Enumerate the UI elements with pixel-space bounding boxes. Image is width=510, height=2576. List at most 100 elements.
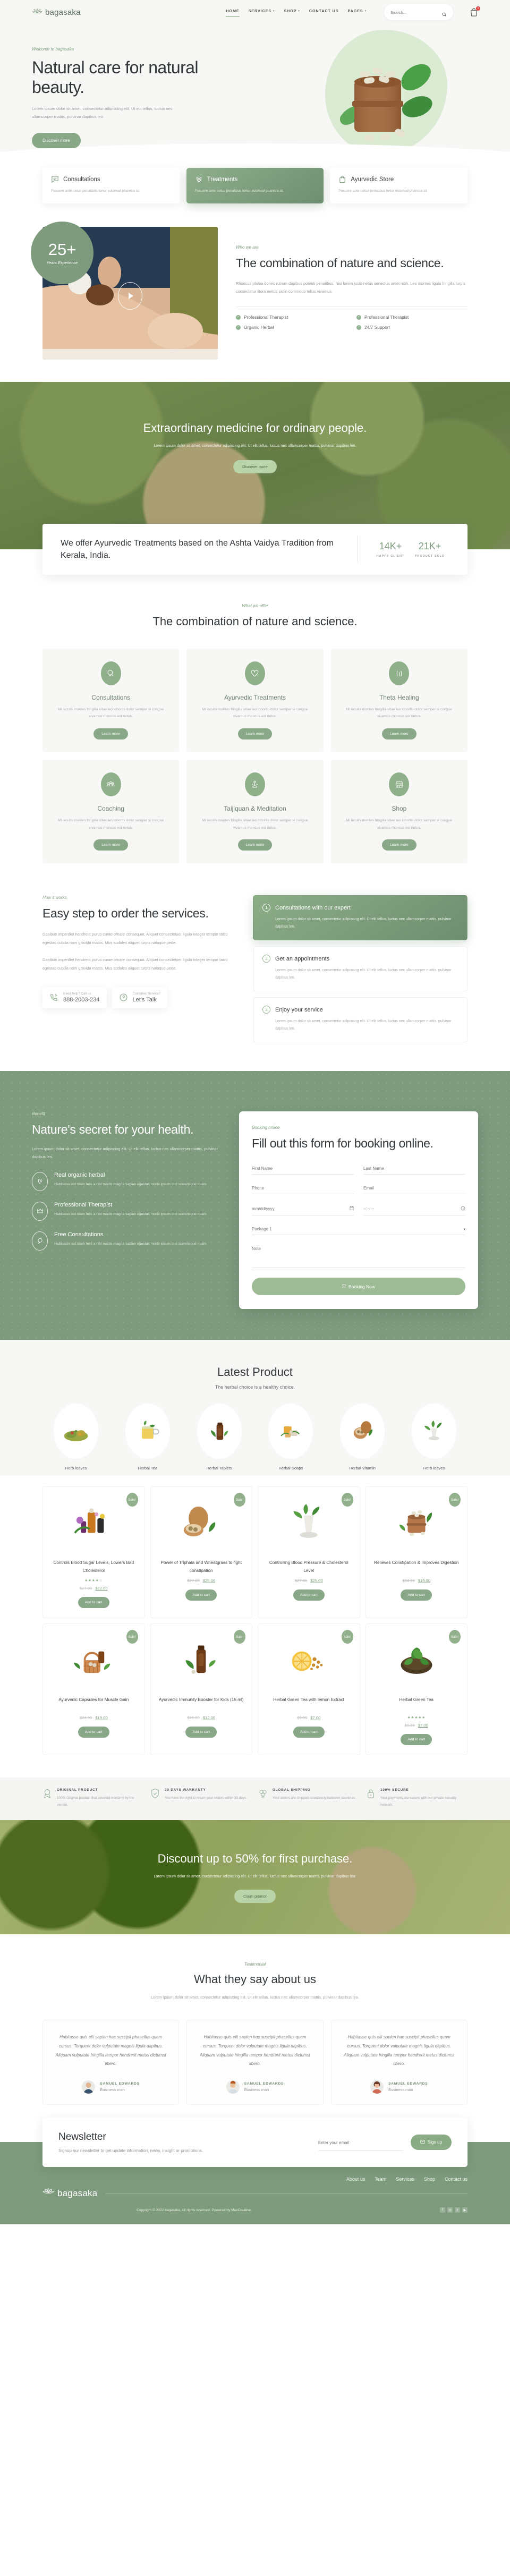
- field-first-name[interactable]: [252, 1162, 354, 1175]
- product-card[interactable]: Sale! Controlling Blood Pressure & Chole…: [258, 1486, 360, 1619]
- product-card[interactable]: Sale! Herbal Green Tea ★★★★★ $9.00 $7.00: [365, 1623, 468, 1756]
- testimonial-role: Business man: [100, 2087, 125, 2093]
- product-name: Herbal Green Tea: [399, 1697, 434, 1703]
- feature-card-ayurvedic-store[interactable]: Ayurvedic Store Posuere ante netus penat…: [330, 168, 468, 204]
- phone-input[interactable]: [252, 1186, 354, 1191]
- service-card-coaching[interactable]: Coaching Mi iaculis montes fringilla vit…: [42, 759, 180, 864]
- step-card-2[interactable]: 2 Get an appointments Lorem ipsum dolor …: [253, 946, 468, 992]
- step-card-3[interactable]: 3 Enjoy your service Lorem ipsum dolor s…: [253, 997, 468, 1043]
- package-select[interactable]: [252, 1227, 461, 1232]
- product-card[interactable]: Sale! Power of Triphala and Wheatgrass t…: [150, 1486, 252, 1619]
- add-to-cart-button[interactable]: Add to cart: [401, 1734, 432, 1746]
- field-date[interactable]: [252, 1202, 354, 1216]
- field-phone[interactable]: [252, 1182, 354, 1195]
- category-herbal-tea[interactable]: Herbal Tea: [116, 1404, 179, 1470]
- footer-link-team[interactable]: Team: [375, 2177, 386, 2182]
- service-learn-more-button[interactable]: Learn more: [237, 728, 273, 739]
- service-learn-more-button[interactable]: Learn more: [237, 839, 273, 851]
- booking-now-label: Booking Now: [348, 1283, 376, 1289]
- service-learn-more-button[interactable]: Learn more: [381, 839, 416, 851]
- note-textarea[interactable]: [252, 1246, 465, 1265]
- category-herb-leaves-2[interactable]: Herb leaves: [403, 1404, 465, 1470]
- date-input[interactable]: [252, 1206, 346, 1211]
- newsletter-email-input[interactable]: [318, 2140, 403, 2146]
- banner-discover-more-button[interactable]: Discover more: [233, 460, 277, 474]
- hero-discover-more-button[interactable]: Discover more: [32, 132, 81, 148]
- product-card[interactable]: Sale! Relieves Constipation & Improves D…: [365, 1486, 468, 1619]
- field-note[interactable]: [252, 1243, 465, 1269]
- field-package[interactable]: ▾: [252, 1223, 465, 1236]
- feature-card-treatments[interactable]: Treatments Posuere ante netus penatibus …: [186, 168, 324, 204]
- discount-description: Lorem ipsum dolor sit amet, consectetur …: [154, 1874, 356, 1879]
- service-card-ayurvedic-treatments[interactable]: Ayurvedic Treatments Mi iaculis montes f…: [186, 648, 324, 752]
- category-herb-leaves[interactable]: Herb leaves: [45, 1404, 107, 1470]
- search-icon[interactable]: [442, 10, 447, 16]
- email-input[interactable]: [363, 1186, 465, 1191]
- brand-logo[interactable]: bagasaka: [32, 7, 81, 17]
- add-to-cart-button[interactable]: Add to cart: [78, 1727, 109, 1738]
- instagram-icon[interactable]: ◎: [447, 2207, 453, 2213]
- play-video-button[interactable]: [118, 282, 142, 310]
- field-time[interactable]: [363, 1202, 465, 1216]
- field-last-name[interactable]: [363, 1162, 465, 1175]
- footer-brand-logo[interactable]: bagasaka: [42, 2187, 97, 2200]
- chevron-down-icon[interactable]: ▾: [460, 1227, 465, 1231]
- facebook-icon[interactable]: f: [439, 2207, 445, 2213]
- nav-item-contact-us[interactable]: CONTACT US: [309, 8, 339, 16]
- footer-link-services[interactable]: Services: [396, 2177, 414, 2182]
- add-to-cart-button[interactable]: Add to cart: [293, 1727, 325, 1738]
- clock-icon[interactable]: [457, 1206, 465, 1212]
- price-old: $27.00: [187, 1578, 200, 1584]
- service-name: Theta Healing: [379, 693, 419, 701]
- search-box[interactable]: [384, 4, 453, 20]
- last-name-input[interactable]: [363, 1166, 465, 1171]
- youtube-icon[interactable]: ▶: [462, 2207, 468, 2213]
- contact-card-phone[interactable]: Need help? Call us 888-2003-234: [42, 986, 107, 1008]
- service-card-theta-healing[interactable]: Theta Healing Mi iaculis montes fringill…: [330, 648, 468, 752]
- category-herbal-vitamin[interactable]: Herbal Vitamin: [331, 1404, 394, 1470]
- nav-item-pages[interactable]: PAGES ▾: [347, 8, 367, 16]
- search-input[interactable]: [390, 10, 439, 15]
- product-card[interactable]: Sale! Controls Blood Sugar Levels, Lower…: [42, 1486, 145, 1619]
- services-section: What we offer The combination of nature …: [42, 575, 468, 890]
- nav-item-home[interactable]: HOME: [226, 8, 240, 17]
- add-to-cart-button[interactable]: Add to cart: [401, 1589, 432, 1601]
- service-learn-more-button[interactable]: Learn more: [381, 728, 416, 739]
- usp-item-secure: 100% SECURE Your payments are secure wit…: [366, 1788, 468, 1808]
- nav-item-services[interactable]: SERVICES ▾: [249, 8, 275, 16]
- service-learn-more-button[interactable]: Learn more: [94, 728, 129, 739]
- step-card-1[interactable]: 1 Consultations with our expert Lorem ip…: [253, 895, 468, 941]
- footer-link-contact-us[interactable]: Contact us: [445, 2177, 468, 2182]
- add-to-cart-button[interactable]: Add to cart: [293, 1589, 325, 1601]
- service-card-consultations[interactable]: Consultations Mi iaculis montes fringill…: [42, 648, 180, 752]
- product-card[interactable]: Sale! Ayurvedic Capsules for Muscle Gain…: [42, 1623, 145, 1756]
- product-image: [265, 1637, 353, 1686]
- add-to-cart-button[interactable]: Add to cart: [78, 1597, 109, 1609]
- product-card[interactable]: Sale! Ayurvedic Immunity Booster for Kid…: [150, 1623, 252, 1756]
- calendar-icon[interactable]: [346, 1205, 354, 1212]
- field-email[interactable]: [363, 1182, 465, 1195]
- service-learn-more-button[interactable]: Learn more: [94, 839, 129, 851]
- check-icon: ✓: [236, 314, 241, 320]
- add-to-cart-button[interactable]: Add to cart: [185, 1727, 217, 1738]
- feature-card-consultations[interactable]: Consultations Posuere ante netus penatib…: [42, 168, 180, 204]
- contact-card-customer-service[interactable]: Customer Service? Let's Talk: [112, 986, 168, 1008]
- footer-link-shop[interactable]: Shop: [424, 2177, 435, 2182]
- product-card[interactable]: Sale! Herbal Green Tea with lemon Extrac…: [258, 1623, 360, 1756]
- cart-button[interactable]: 0: [470, 6, 480, 17]
- service-card-taijiquan-meditation[interactable]: Taijiquan & Meditation Mi iaculis montes…: [186, 759, 324, 864]
- twitter-icon[interactable]: y: [454, 2207, 460, 2213]
- category-herbal-soaps[interactable]: Herbal Soaps: [259, 1404, 322, 1470]
- claim-promo-button[interactable]: Claim promo!: [234, 1890, 276, 1903]
- booking-now-button[interactable]: Booking Now: [252, 1278, 465, 1296]
- newsletter-signup-button[interactable]: Sign up: [410, 2135, 452, 2150]
- add-to-cart-button[interactable]: Add to cart: [185, 1589, 217, 1601]
- first-name-input[interactable]: [252, 1166, 354, 1171]
- newsletter-email-field[interactable]: [318, 2133, 403, 2152]
- category-herbal-tablets[interactable]: Herbal Tablets: [188, 1404, 251, 1470]
- time-input[interactable]: [363, 1206, 457, 1211]
- category-name: Herb leaves: [65, 1466, 87, 1471]
- footer-link-about-us[interactable]: About us: [346, 2177, 366, 2182]
- service-card-shop[interactable]: Shop Mi iaculis montes fringilla vitae l…: [330, 759, 468, 864]
- nav-item-shop[interactable]: SHOP ▾: [284, 8, 300, 16]
